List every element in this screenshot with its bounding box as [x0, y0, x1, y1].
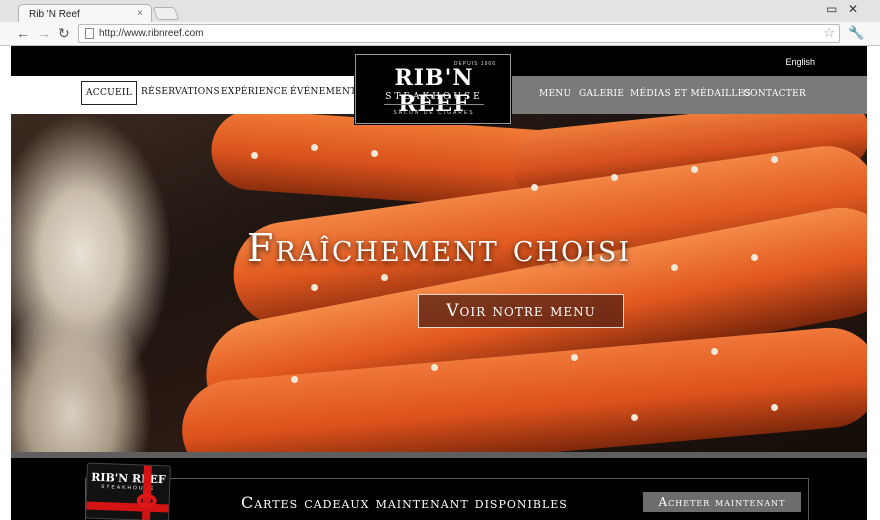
hero-title: Fraîchement choisi [246, 226, 631, 270]
nav-menu[interactable]: Menu [539, 89, 571, 99]
tab-strip: Rib 'N Reef × ▭ ✕ [0, 0, 880, 23]
address-bar[interactable]: http://www.ribnreef.com ☆ [78, 24, 840, 43]
spike-decor [771, 156, 778, 163]
reload-icon[interactable]: ↻ [58, 25, 70, 41]
forward-icon[interactable]: → [37, 25, 51, 41]
gift-card-headline: Cartes cadeaux maintenant disponibles [241, 493, 568, 512]
spike-decor [251, 152, 258, 159]
spike-decor [771, 404, 778, 411]
logo-tagline: SALON DE CIGARES [393, 110, 475, 116]
bookmark-star-icon[interactable]: ☆ [823, 25, 835, 41]
spike-decor [291, 376, 298, 383]
nav-contacter[interactable]: Contacter [743, 89, 806, 99]
minimize-icon[interactable]: ▭ [826, 2, 837, 16]
spike-decor [381, 274, 388, 281]
gift-card-banner: RIB'N REEF STEAKHOUSE Cartes cadeaux mai… [11, 458, 867, 520]
back-icon[interactable]: ← [16, 25, 30, 41]
browser-chrome: Rib 'N Reef × ▭ ✕ ← → ↻ http://www.ribnr… [0, 0, 880, 46]
nav-experience[interactable]: Expérience [221, 87, 288, 97]
nav-right: Menu Galerie Médias et médailles Contact… [511, 76, 867, 114]
nav-reservations[interactable]: Réservations [141, 87, 220, 97]
ribbon-horizontal [86, 501, 171, 513]
gift-card-image: RIB'N REEF STEAKHOUSE [85, 462, 171, 520]
hero-banner: Fraîchement choisi Voir notre menu [11, 114, 867, 452]
url-text[interactable]: http://www.ribnreef.com [99, 28, 203, 39]
nav-galerie[interactable]: Galerie [579, 89, 624, 99]
logo-steakhouse: STEAKHOUSE [385, 92, 483, 102]
tab-close-icon[interactable]: × [137, 8, 143, 19]
language-link[interactable]: English [785, 57, 815, 67]
logo-divider [384, 104, 484, 105]
view-menu-button[interactable]: Voir notre menu [418, 294, 624, 328]
buy-now-button[interactable]: Acheter maintenant [643, 492, 801, 512]
spike-decor [431, 364, 438, 371]
spike-decor [631, 414, 638, 421]
close-window-icon[interactable]: ✕ [848, 2, 858, 16]
website-viewport: English Accueil Réservations Expérience … [11, 46, 867, 520]
spike-decor [311, 284, 318, 291]
nav-left: Accueil Réservations Expérience Événemen… [11, 76, 363, 114]
page-icon [85, 28, 94, 39]
spike-decor [691, 166, 698, 173]
spike-decor [711, 348, 718, 355]
spike-decor [611, 174, 618, 181]
nav-medias[interactable]: Médias et médailles [630, 89, 751, 99]
site-logo[interactable]: DEPUIS 1966 RIB'N REEF STEAKHOUSE SALON … [354, 53, 512, 125]
wrench-icon[interactable]: 🔧 [848, 25, 864, 41]
browser-tab[interactable]: Rib 'N Reef × [18, 4, 152, 23]
spike-decor [371, 150, 378, 157]
new-tab-button[interactable] [152, 7, 180, 20]
browser-toolbar: ← → ↻ http://www.ribnreef.com ☆ 🔧 [0, 22, 880, 46]
spike-decor [311, 144, 318, 151]
spike-decor [571, 354, 578, 361]
tab-title: Rib 'N Reef [29, 9, 80, 20]
nav-evenements[interactable]: Événements [290, 87, 363, 97]
nav-accueil[interactable]: Accueil [81, 81, 138, 105]
spike-decor [531, 184, 538, 191]
